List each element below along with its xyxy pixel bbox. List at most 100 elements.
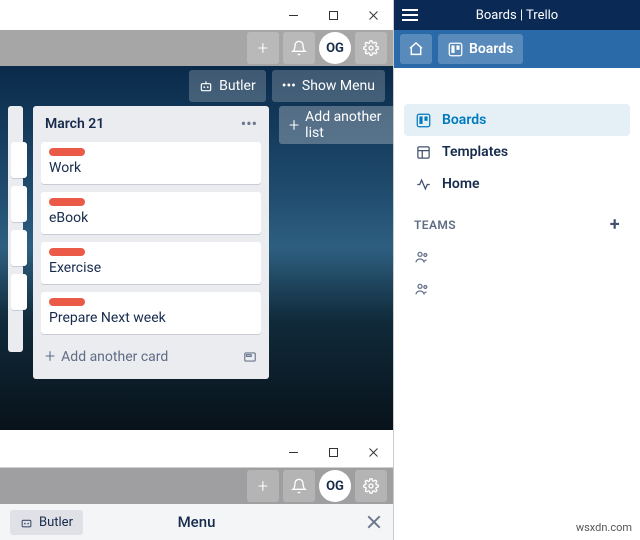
settings-button[interactable] [355, 470, 387, 502]
list-menu-button[interactable]: ••• [241, 116, 257, 132]
settings-button[interactable] [355, 32, 387, 64]
butler-button[interactable]: Butler [10, 510, 83, 535]
card-fragment[interactable] [11, 274, 27, 310]
card-fragment[interactable] [11, 230, 27, 266]
create-button[interactable]: + [247, 32, 279, 64]
card-title: Prepare Next week [49, 310, 253, 326]
card-template-icon[interactable] [243, 350, 257, 364]
nav-label: Boards [442, 112, 486, 128]
notifications-button[interactable] [283, 32, 315, 64]
sidebar-body: Boards Templates Home TEAMS + [394, 68, 640, 319]
user-avatar[interactable]: OG [319, 32, 351, 64]
pulse-icon [414, 177, 432, 192]
card-title: eBook [49, 210, 253, 226]
bell-icon [291, 40, 307, 56]
nav-boards[interactable]: Boards [404, 104, 630, 136]
create-button[interactable]: + [247, 470, 279, 502]
board-background: Butler ••• Show Menu March 21 ••• [0, 66, 393, 430]
menu-panel-header: Butler Menu [0, 504, 393, 540]
plus-icon: + [258, 476, 268, 497]
add-card-row: + Add another card [41, 342, 261, 371]
team-icon [414, 249, 430, 265]
menu-button[interactable] [402, 8, 418, 22]
card-exercise[interactable]: Exercise [41, 242, 261, 284]
nav-label: Templates [442, 144, 508, 160]
close-button[interactable] [353, 0, 393, 30]
butler-label: Butler [219, 78, 256, 94]
plus-icon: + [289, 115, 299, 136]
close-button[interactable] [353, 438, 393, 468]
list-march-21: March 21 ••• Work eBook Exercise P [33, 106, 269, 379]
app-header: Boards [394, 30, 640, 68]
card-fragment[interactable] [11, 186, 27, 222]
trello-icon [448, 42, 463, 57]
user-avatar[interactable]: OG [319, 470, 351, 502]
nav-home[interactable]: Home [404, 168, 630, 200]
butler-button[interactable]: Butler [189, 70, 266, 102]
card-fragment [11, 318, 27, 344]
window-title: Boards | Trello [476, 8, 558, 23]
dots-icon: ••• [282, 78, 296, 94]
app-header: + OG [0, 30, 393, 66]
teams-section-header: TEAMS + [404, 200, 630, 241]
add-card-button[interactable]: + Add another card [45, 346, 168, 367]
label-red [49, 148, 85, 156]
butler-icon [20, 516, 33, 529]
label-red [49, 198, 85, 206]
home-button[interactable] [400, 34, 432, 64]
gear-icon [363, 478, 379, 494]
plus-icon: + [45, 346, 55, 367]
card-title: Exercise [49, 260, 253, 276]
gear-icon [363, 40, 379, 56]
nav-label: Home [442, 176, 480, 192]
minimize-button[interactable] [273, 0, 313, 30]
team-item[interactable] [404, 273, 630, 305]
list-header: March 21 ••• [41, 114, 261, 134]
maximize-button[interactable] [313, 438, 353, 468]
list-fragment-previous [8, 106, 23, 352]
team-icon [414, 281, 430, 297]
butler-label: Butler [39, 515, 73, 530]
close-menu-button[interactable] [367, 515, 381, 529]
maximize-button[interactable] [313, 0, 353, 30]
home-icon [408, 41, 424, 57]
card-work[interactable]: Work [41, 142, 261, 184]
label-red [49, 298, 85, 306]
card-ebook[interactable]: eBook [41, 192, 261, 234]
show-menu-button[interactable]: ••• Show Menu [272, 70, 385, 102]
trello-menu-window: + OG Butler Menu [0, 438, 393, 540]
boards-label: Boards [469, 41, 513, 57]
close-icon [367, 515, 381, 529]
trello-sidebar-window: Boards | Trello Boards Boards Templates [393, 0, 640, 540]
board-lists-area: March 21 ••• Work eBook Exercise P [0, 106, 393, 430]
card-title: Work [49, 160, 253, 176]
teams-label: TEAMS [414, 218, 456, 232]
app-header: + OG [0, 468, 393, 504]
add-card-label: Add another card [61, 349, 168, 365]
card-prepare-next-week[interactable]: Prepare Next week [41, 292, 261, 334]
window-titlebar [0, 438, 393, 468]
plus-icon: + [258, 38, 268, 59]
menu-title: Menu [178, 513, 216, 531]
template-icon [414, 145, 432, 160]
window-titlebar [0, 0, 393, 30]
show-menu-label: Show Menu [302, 78, 375, 94]
butler-icon [199, 79, 213, 93]
trello-icon [414, 113, 432, 128]
nav-templates[interactable]: Templates [404, 136, 630, 168]
add-list-label: Add another list [305, 109, 389, 141]
team-item[interactable] [404, 241, 630, 273]
minimize-button[interactable] [273, 438, 313, 468]
watermark: wsxdn.com [576, 521, 632, 534]
boards-button[interactable]: Boards [438, 34, 523, 64]
add-team-button[interactable]: + [610, 214, 620, 235]
label-red [49, 248, 85, 256]
add-another-list-button[interactable]: + Add another list [279, 106, 393, 144]
hamburger-icon [402, 8, 418, 22]
list-title[interactable]: March 21 [45, 116, 104, 132]
board-topbar: Butler ••• Show Menu [0, 66, 393, 106]
bell-icon [291, 478, 307, 494]
card-fragment[interactable] [11, 142, 27, 178]
window-titlebar: Boards | Trello [394, 0, 640, 30]
notifications-button[interactable] [283, 470, 315, 502]
